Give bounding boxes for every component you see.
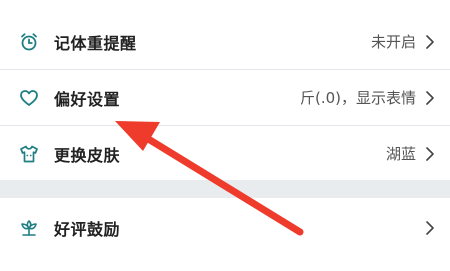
weight-reminder-value: 未开启 xyxy=(370,33,416,51)
chevron-right-icon xyxy=(426,146,434,161)
preferences-row[interactable]: 偏好设置 斤(.0)，显示表情 xyxy=(0,70,450,125)
chevron-right-icon xyxy=(426,90,434,105)
change-skin-label: 更换皮肤 xyxy=(54,145,121,165)
flower-icon xyxy=(21,219,37,236)
chevron-right-icon xyxy=(426,34,434,49)
settings-group-top: 记体重提醒 未开启 偏好设置 斤(.0)，显示表情 更换皮肤 湖蓝 xyxy=(0,0,450,180)
alarm-clock-icon xyxy=(21,32,37,50)
rate-encourage-row[interactable]: 好评鼓励 xyxy=(0,200,450,255)
weight-reminder-label: 记体重提醒 xyxy=(54,33,137,53)
change-skin-row[interactable]: 更换皮肤 湖蓝 xyxy=(0,126,450,181)
weight-reminder-row[interactable]: 记体重提醒 未开启 xyxy=(0,14,450,69)
preferences-label: 偏好设置 xyxy=(54,89,121,109)
change-skin-value: 湖蓝 xyxy=(385,145,416,163)
heart-icon xyxy=(20,89,38,106)
chevron-right-icon xyxy=(426,220,434,235)
shirt-icon xyxy=(20,145,38,162)
rate-encourage-label: 好评鼓励 xyxy=(54,219,121,239)
preferences-value: 斤(.0)，显示表情 xyxy=(299,89,416,107)
settings-group-bottom: 好评鼓励 xyxy=(0,198,450,271)
